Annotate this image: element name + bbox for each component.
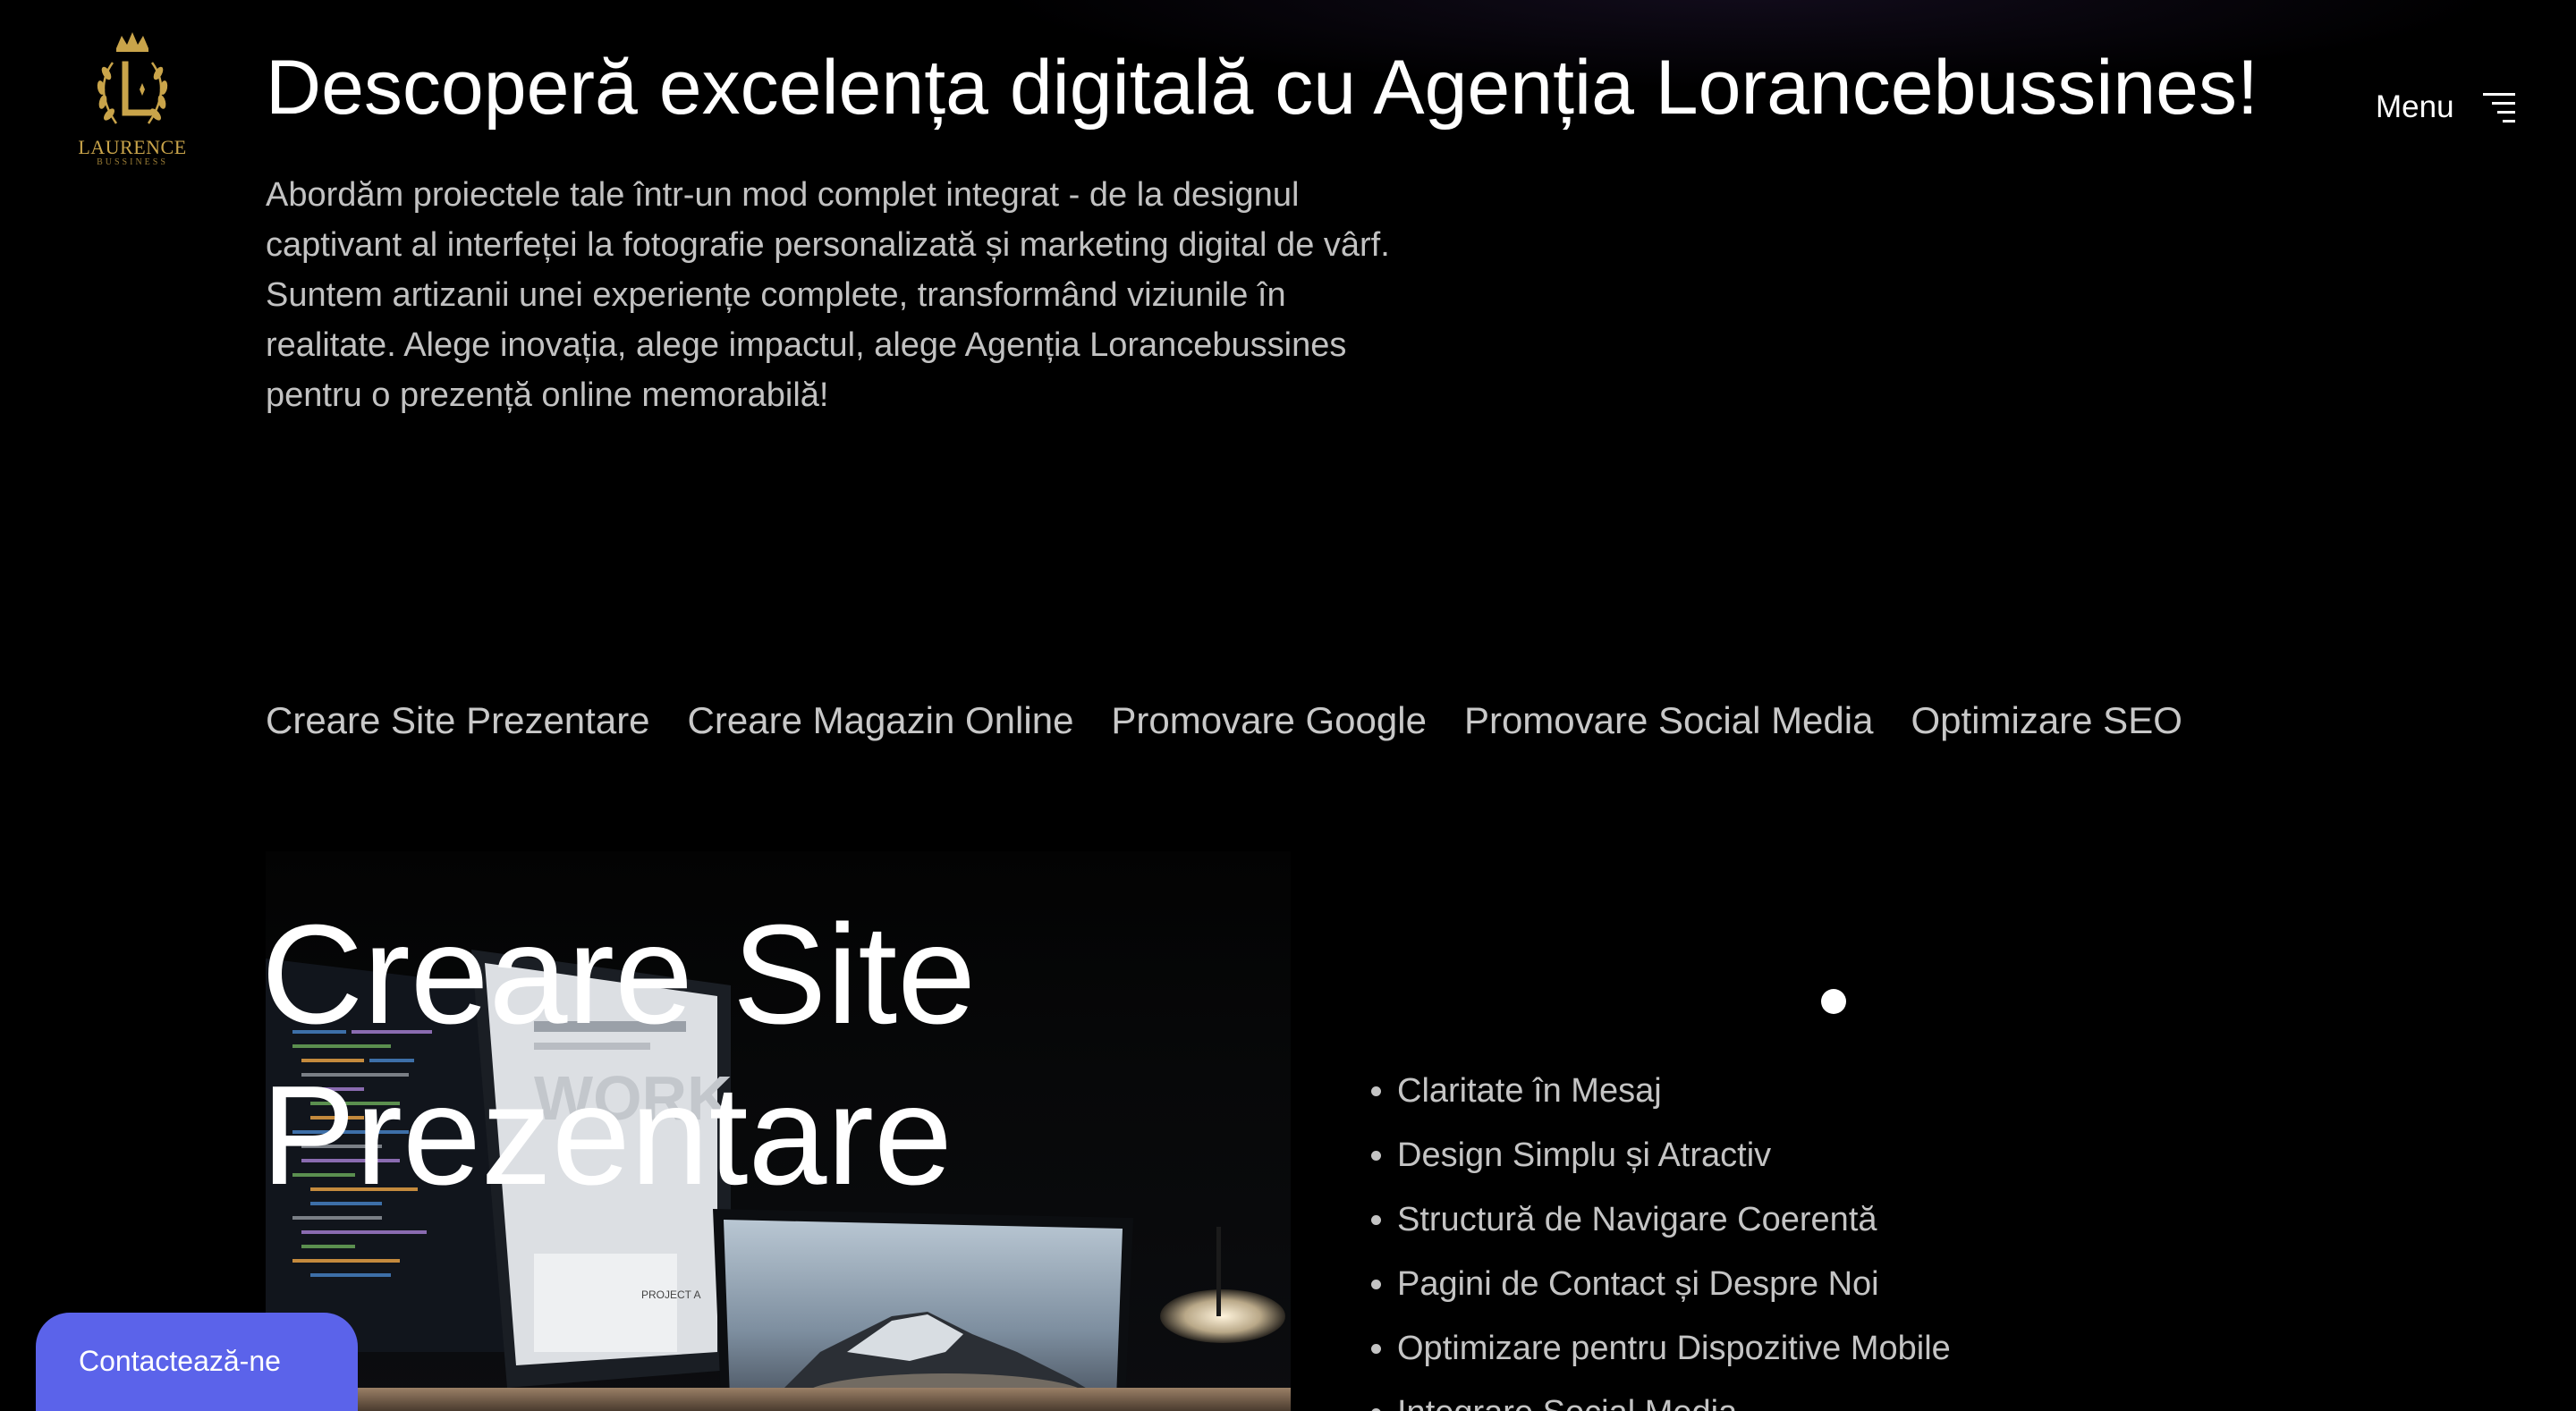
hero-description: Abordăm proiectele tale într-un mod comp…: [266, 176, 1390, 414]
decorative-dot: [1821, 989, 1846, 1014]
section-title-line2: Prezentare: [261, 1057, 953, 1214]
page: LAURENCE BUSSINESS Descoperă excelența d…: [0, 0, 2576, 1411]
service-link-site-prezentare[interactable]: Creare Site Prezentare: [266, 696, 650, 746]
feature-item: Pagini de Contact și Despre Noi: [1397, 1252, 1951, 1316]
photo-card-text: PROJECT A: [641, 1288, 700, 1301]
service-link-promovare-social-media[interactable]: Promovare Social Media: [1464, 696, 1874, 746]
section-title-line1: Creare Site: [261, 896, 977, 1053]
feature-item: Claritate în Mesaj: [1397, 1059, 1951, 1123]
feature-item: Structură de Navigare Coerentă: [1397, 1187, 1951, 1252]
menu-button[interactable]: Menu: [2376, 82, 2517, 132]
feature-item: Optimizare pentru Dispozitive Mobile: [1397, 1316, 1951, 1381]
hamburger-icon: [2482, 93, 2515, 123]
logo-sub-text: BUSSINESS: [97, 157, 168, 167]
service-link-magazin-online[interactable]: Creare Magazin Online: [688, 696, 1074, 746]
features-list: Claritate în Mesaj Design Simplu și Atra…: [1358, 1059, 1951, 1411]
feature-item: Design Simplu și Atractiv: [1397, 1123, 1951, 1187]
feature-item: Integrare Social Media: [1397, 1381, 1951, 1411]
hero-title: Descoperă excelența digitală cu Agenția …: [266, 45, 2258, 131]
contact-button[interactable]: Contactează-ne: [36, 1313, 358, 1411]
agency-logo[interactable]: LAURENCE BUSSINESS: [77, 27, 188, 170]
services-nav: Creare Site Prezentare Creare Magazin On…: [266, 696, 2182, 746]
crown-laurel-logo-icon: [97, 32, 168, 124]
logo-brand-text: LAURENCE: [78, 136, 187, 158]
section-title: Creare Site Prezentare: [261, 894, 976, 1216]
service-link-optimizare-seo[interactable]: Optimizare SEO: [1911, 696, 2182, 746]
menu-label: Menu: [2376, 89, 2454, 124]
service-link-promovare-google[interactable]: Promovare Google: [1111, 696, 1427, 746]
